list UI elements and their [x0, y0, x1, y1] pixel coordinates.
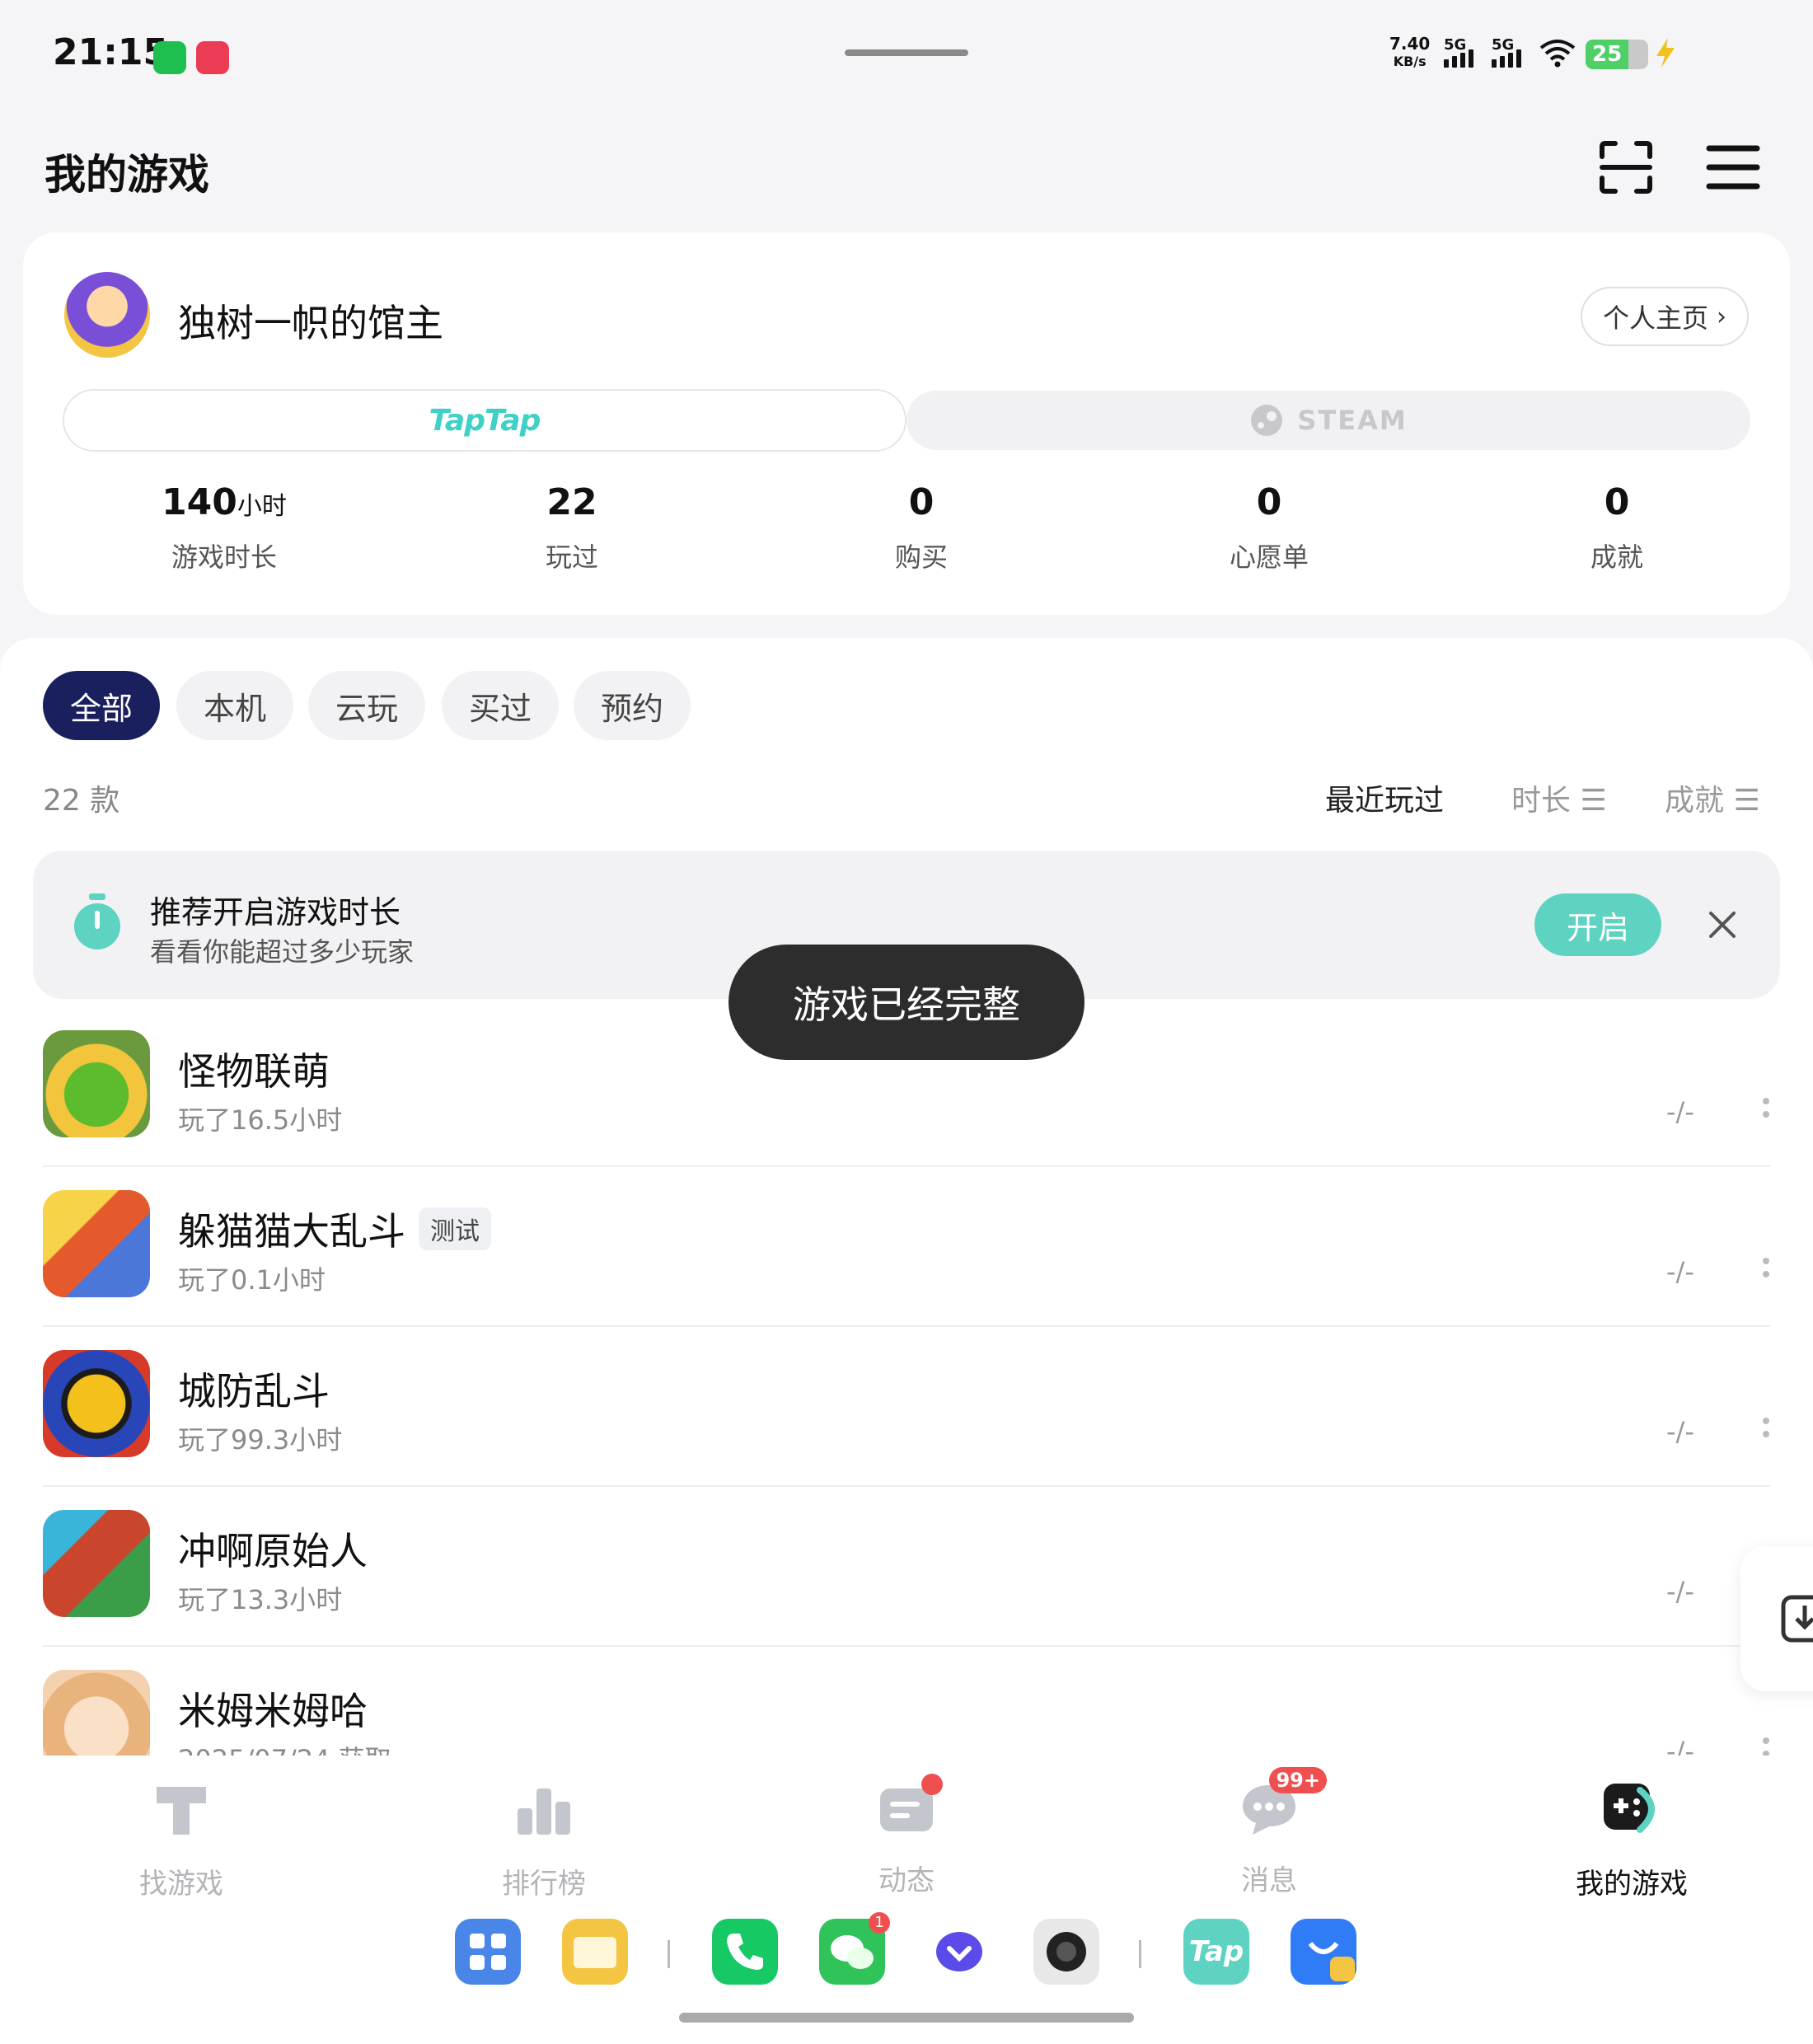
messages-badge: 99+: [1269, 1767, 1327, 1793]
wechat-notification-icon: [153, 41, 186, 74]
app-notification-icon: [196, 41, 229, 74]
more-icon[interactable]: [1762, 1256, 1770, 1292]
more-icon[interactable]: [1762, 1096, 1770, 1132]
scan-icon[interactable]: [1597, 138, 1655, 196]
floating-download-button[interactable]: [1740, 1546, 1813, 1691]
signal-1-icon: [1444, 49, 1473, 68]
stat-played[interactable]: 22 玩过: [399, 481, 745, 574]
rankings-icon: [518, 1788, 570, 1835]
taptap-logo: TapTap: [429, 403, 541, 438]
nav-messages[interactable]: 99+ 消息: [1178, 1767, 1360, 1898]
close-icon[interactable]: [1704, 907, 1740, 943]
game-icon-hide-seek: [43, 1190, 150, 1297]
tab-steam[interactable]: STEAM: [906, 391, 1750, 450]
stat-purchased[interactable]: 0 购买: [748, 481, 1094, 574]
messenger-icon[interactable]: [926, 1919, 992, 1985]
more-icon[interactable]: [1762, 1736, 1770, 1756]
game-row[interactable]: 米姆米姆哈 2025/07/24 获取 -/-: [43, 1670, 1770, 1756]
sort-icon: ☰: [1580, 784, 1607, 818]
taptap-app-icon[interactable]: Tap: [1183, 1919, 1249, 1985]
more-icon[interactable]: [1762, 1416, 1770, 1452]
dock-separator: [668, 1940, 670, 1968]
chip-cloud[interactable]: 云玩: [308, 671, 425, 740]
camera-icon[interactable]: [1033, 1919, 1099, 1985]
home-indicator[interactable]: [679, 2013, 1134, 2023]
wechat-badge: 1: [869, 1912, 890, 1934]
divider: [43, 1485, 1770, 1487]
divider: [43, 1325, 1770, 1327]
game-icon-city-defense: [43, 1350, 150, 1457]
toast-message: 游戏已经完整: [728, 945, 1085, 1060]
nav-feed[interactable]: 动态: [816, 1774, 997, 1898]
sort-recent[interactable]: 最近玩过: [1325, 776, 1444, 819]
wechat-icon[interactable]: 1: [819, 1912, 890, 1985]
feed-badge-dot: [921, 1774, 943, 1795]
test-tag: 测试: [419, 1207, 491, 1250]
wifi-icon: [1539, 40, 1576, 68]
page-title: 我的游戏: [45, 151, 209, 199]
nav-find-games[interactable]: 找游戏: [91, 1775, 272, 1901]
recommend-title: 推荐开启游戏时长: [150, 894, 401, 931]
network-speed: 7.40 KB/s: [1389, 34, 1431, 69]
divider: [43, 1165, 1770, 1167]
phone-icon[interactable]: [712, 1919, 778, 1985]
username: 独树一帜的馆主: [178, 301, 443, 345]
recommend-subtitle: 看看你能超过多少玩家: [150, 936, 415, 968]
chip-reserved[interactable]: 预约: [574, 671, 691, 740]
game-icon-caveman: [43, 1510, 150, 1617]
status-time: 21:15: [53, 31, 169, 73]
game-row[interactable]: 躲猫猫大乱斗 测试 玩了0.1小时 -/-: [43, 1190, 1770, 1352]
files-icon[interactable]: [562, 1919, 628, 1985]
enable-playtime-button[interactable]: 开启: [1534, 893, 1661, 956]
dock-separator: [1139, 1940, 1141, 1968]
find-games-icon: [157, 1787, 206, 1835]
game-row[interactable]: 城防乱斗 玩了99.3小时 -/-: [43, 1350, 1770, 1512]
stopwatch-icon: [74, 893, 120, 949]
menu-icon[interactable]: [1704, 138, 1762, 196]
sort-icon: ☰: [1733, 784, 1760, 818]
charging-icon: [1656, 38, 1675, 68]
stat-wishlist[interactable]: 0 心愿单: [1096, 481, 1442, 574]
stat-playtime[interactable]: 140小时 游戏时长: [51, 481, 397, 574]
stat-achievements[interactable]: 0 成就: [1444, 481, 1790, 574]
avatar[interactable]: [64, 272, 150, 358]
chip-bought[interactable]: 买过: [442, 671, 559, 740]
nav-my-games[interactable]: 我的游戏: [1541, 1775, 1722, 1901]
chevron-right-icon: ›: [1717, 302, 1726, 331]
app-grid-icon[interactable]: [455, 1919, 521, 1985]
app-store-icon[interactable]: [1291, 1919, 1356, 1985]
signal-2-icon: [1492, 49, 1521, 68]
profile-page-button[interactable]: 个人主页 ›: [1581, 287, 1749, 346]
game-icon-mimm: [43, 1670, 150, 1756]
steam-icon: [1251, 405, 1283, 436]
tab-taptap[interactable]: TapTap: [63, 389, 906, 452]
battery-indicator: 25: [1586, 40, 1648, 69]
nav-rankings[interactable]: 排行榜: [453, 1775, 635, 1901]
download-icon: [1781, 1595, 1813, 1643]
chip-local[interactable]: 本机: [176, 671, 293, 740]
divider: [43, 1645, 1770, 1647]
sort-playtime[interactable]: 时长 ☰: [1511, 776, 1607, 819]
chip-all[interactable]: 全部: [43, 671, 160, 740]
game-count: 22 款: [43, 784, 120, 818]
game-icon-monster: [43, 1030, 150, 1137]
my-games-icon: [1604, 1784, 1655, 1833]
sort-achievement[interactable]: 成就 ☰: [1665, 776, 1760, 819]
game-row[interactable]: 冲啊原始人 玩了13.3小时 -/-: [43, 1510, 1770, 1671]
notch-handle[interactable]: [845, 49, 968, 56]
